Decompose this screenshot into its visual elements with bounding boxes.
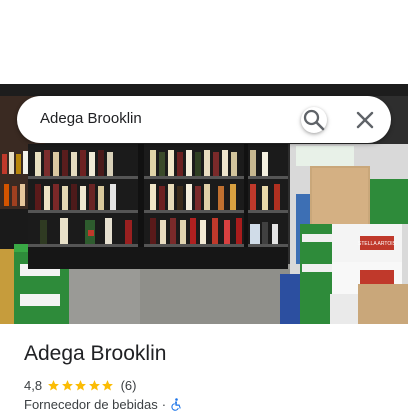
search-query-text[interactable]: Adega Brooklin — [40, 110, 142, 127]
review-count[interactable]: (6) — [121, 378, 137, 393]
wheelchair-icon — [171, 398, 181, 411]
close-icon — [356, 111, 374, 129]
star-icon — [75, 379, 86, 390]
search-icon — [303, 109, 325, 131]
rating-stars — [47, 379, 115, 392]
place-category: Fornecedor de bebidas — [24, 397, 158, 412]
search-bar[interactable]: Adega Brooklin — [17, 96, 391, 143]
close-button[interactable] — [352, 107, 378, 133]
search-button[interactable] — [301, 107, 327, 133]
star-icon — [102, 379, 113, 390]
rating-row[interactable]: 4,8 (6) — [24, 377, 136, 393]
star-icon — [61, 379, 73, 390]
top-blank-area — [0, 0, 408, 84]
stella-sign-text: STELLA ARTOIS — [358, 241, 397, 247]
star-icon — [88, 379, 100, 390]
category-row: Fornecedor de bebidas · — [24, 397, 182, 412]
star-icon — [48, 379, 59, 390]
place-title: Adega Brooklin — [24, 342, 167, 365]
separator-dot: · — [161, 397, 167, 412]
rating-value: 4,8 — [24, 377, 43, 393]
